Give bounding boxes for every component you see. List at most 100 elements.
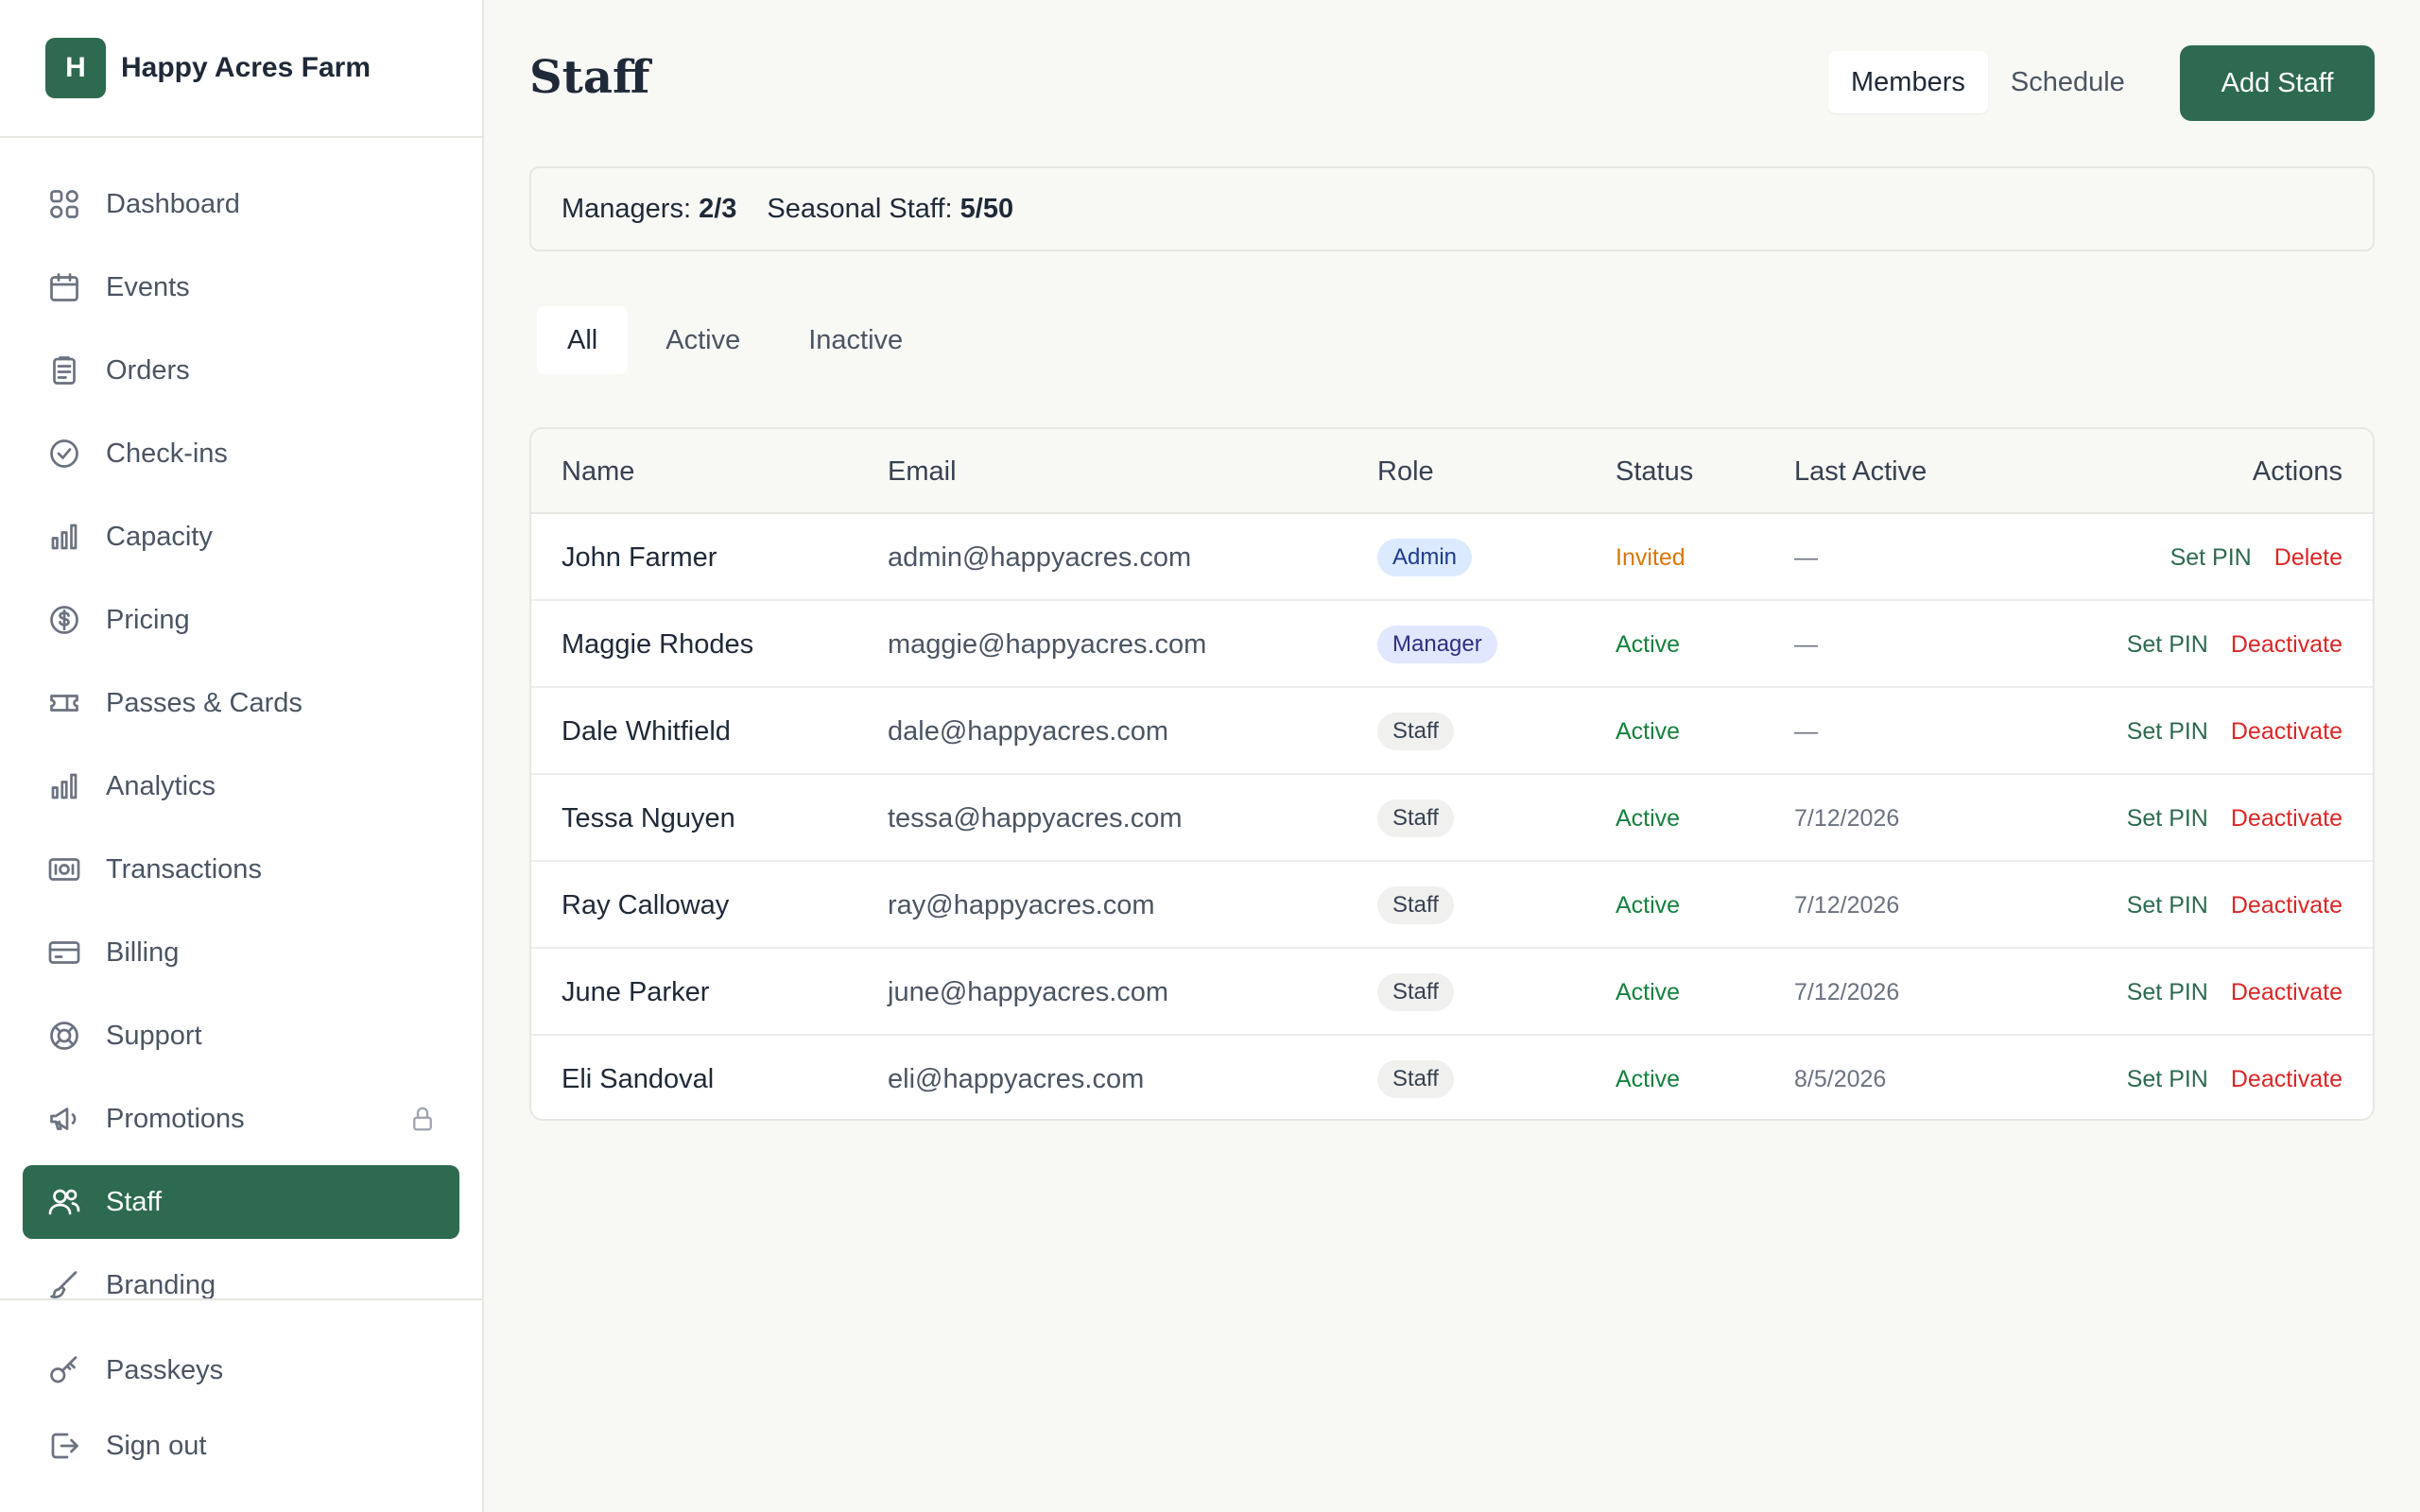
sidebar-item-pricing[interactable]: Pricing [23,583,459,657]
status-badge: Active [1616,630,1681,658]
sidebar-item-label: Dashboard [106,188,240,219]
sidebar-item-transactions[interactable]: Transactions [23,833,459,906]
column-header-role: Role [1377,455,1434,487]
role-badge: Admin [1377,539,1473,576]
tab-members[interactable]: Members [1828,51,1988,113]
column-header-name: Name [562,455,635,487]
sidebar-item-label: Passes & Cards [106,687,302,718]
credit-card-icon [47,936,81,970]
sidebar-item-passkeys[interactable]: Passkeys [23,1333,459,1407]
last-active: 7/12/2026 [1794,891,1900,919]
deactivate-button[interactable]: Deactivate [2231,631,2342,659]
sidebar-item-capacity[interactable]: Capacity [23,500,459,574]
status-filter-tabs: All Active Inactive [537,306,941,374]
role-cell: Staff [1377,688,1454,775]
status-badge: Active [1616,978,1681,1005]
table-row: Eli Sandoval eli@happyacres.com Staff Activ… [531,1036,2373,1119]
brand-logo: H [45,38,106,98]
deactivate-button[interactable]: Deactivate [2231,718,2342,746]
seasonal-staff-count: Seasonal Staff: 5/50 [767,193,1014,224]
table-row: Maggie Rhodes maggie@happyacres.com Manage… [531,601,2373,688]
banknote-icon [47,852,81,886]
status-badge: Active [1616,717,1681,745]
sidebar: H Happy Acres Farm Dashboard Events Orders… [0,0,484,1512]
ticket-icon [47,686,81,720]
users-icon [47,1185,81,1219]
filter-active[interactable]: Active [635,306,770,374]
last-active: 8/5/2026 [1794,1065,1887,1092]
delete-button[interactable]: Delete [2274,544,2342,572]
set-pin-button[interactable]: Set PIN [2127,1066,2208,1093]
sidebar-item-label: Capacity [106,521,213,552]
managers-count-value: 2/3 [699,193,737,224]
sidebar-item-label: Transactions [106,853,262,885]
role-badge: Staff [1377,799,1454,837]
column-header-last-active: Last Active [1794,455,1927,487]
role-cell: Staff [1377,862,1454,949]
staff-name: John Farmer [562,541,717,573]
sidebar-item-label: Support [106,1020,202,1051]
set-pin-button[interactable]: Set PIN [2170,544,2252,572]
sidebar-item-check-ins[interactable]: Check-ins [23,417,459,490]
lifebuoy-icon [47,1019,81,1053]
sidebar-item-branding[interactable]: Branding [23,1248,459,1298]
role-cell: Staff [1377,949,1454,1036]
staff-counts-bar: Managers: 2/3 Seasonal Staff: 5/50 [529,166,2375,251]
staff-name: Tessa Nguyen [562,802,735,833]
sidebar-item-billing[interactable]: Billing [23,916,459,989]
sidebar-item-support[interactable]: Support [23,999,459,1073]
sidebar-footer: Passkeys Sign out [0,1298,482,1512]
deactivate-button[interactable]: Deactivate [2231,979,2342,1006]
key-icon [47,1353,81,1387]
row-actions: Set PIN Delete [2148,514,2342,601]
sidebar-item-label: Pricing [106,604,190,635]
set-pin-button[interactable]: Set PIN [2127,718,2208,746]
seasonal-staff-count-value: 5/50 [959,193,1014,224]
last-active: 7/12/2026 [1794,978,1900,1005]
role-cell: Manager [1377,601,1497,688]
sidebar-item-analytics[interactable]: Analytics [23,749,459,823]
sidebar-item-sign-out[interactable]: Sign out [23,1409,459,1483]
sidebar-item-label: Events [106,271,190,302]
column-header-email: Email [888,455,957,487]
staff-name: Dale Whitfield [562,715,731,747]
check-circle-icon [47,437,81,471]
staff-email: dale@happyacres.com [888,715,1169,747]
deactivate-button[interactable]: Deactivate [2231,1066,2342,1093]
last-active: 7/12/2026 [1794,804,1900,832]
set-pin-button[interactable]: Set PIN [2127,631,2208,659]
role-cell: Staff [1377,1036,1454,1119]
bar-chart-icon [47,520,81,554]
set-pin-button[interactable]: Set PIN [2127,892,2208,919]
sidebar-item-label: Sign out [106,1430,207,1461]
sidebar-item-passes-and-cards[interactable]: Passes & Cards [23,666,459,740]
table-row: Tessa Nguyen tessa@happyacres.com Staff Act… [531,775,2373,862]
sidebar-item-events[interactable]: Events [23,250,459,324]
deactivate-button[interactable]: Deactivate [2231,892,2342,919]
sidebar-item-promotions[interactable]: Promotions [23,1082,459,1156]
filter-inactive[interactable]: Inactive [778,306,933,374]
tab-schedule[interactable]: Schedule [1988,51,2148,113]
main-content: Staff Members Schedule Add Staff Manager… [484,0,2420,1512]
last-active: — [1794,717,1818,745]
deactivate-button[interactable]: Deactivate [2231,805,2342,833]
set-pin-button[interactable]: Set PIN [2127,805,2208,833]
sidebar-item-dashboard[interactable]: Dashboard [23,167,459,241]
sidebar-nav: Dashboard Events Orders Check-ins Capacity Pr… [0,138,482,1298]
role-badge: Staff [1377,1060,1454,1098]
sidebar-item-label: Promotions [106,1103,245,1134]
set-pin-button[interactable]: Set PIN [2127,979,2208,1006]
row-actions: Set PIN Deactivate [2104,688,2342,775]
filter-all[interactable]: All [537,306,629,374]
role-cell: Staff [1377,775,1454,862]
add-staff-button[interactable]: Add Staff [2180,45,2375,121]
megaphone-icon [47,1102,81,1136]
sidebar-item-label: Orders [106,354,190,386]
status-badge: Active [1616,891,1681,919]
staff-name: June Parker [562,976,710,1007]
role-cell: Admin [1377,514,1473,601]
sidebar-item-staff[interactable]: Staff [23,1165,459,1239]
staff-email: tessa@happyacres.com [888,802,1183,833]
sidebar-item-orders[interactable]: Orders [23,334,459,407]
sidebar-item-label: Check-ins [106,438,228,469]
